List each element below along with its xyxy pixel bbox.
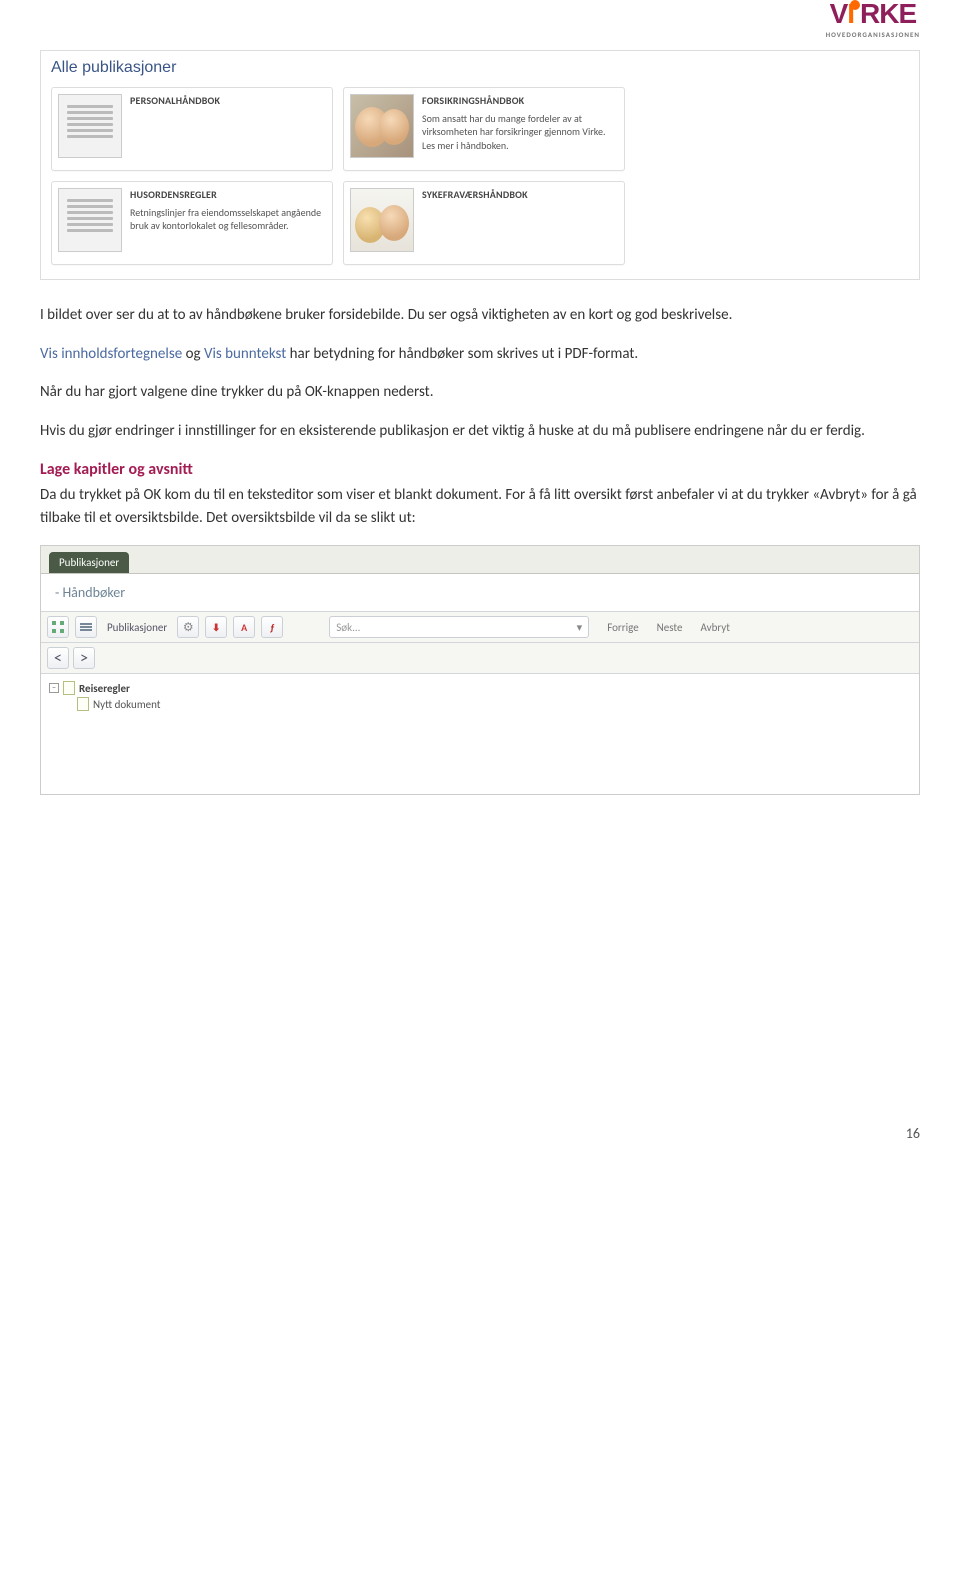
logo-rke: RKE <box>860 0 916 29</box>
next-button[interactable]: Neste <box>657 621 683 634</box>
logo-text: VIRKE <box>826 0 920 28</box>
brand-logo: VIRKE HOVEDORGANISASJONEN <box>826 0 920 39</box>
list-icon <box>80 622 92 632</box>
tree-root-label: Reiseregler <box>79 682 130 695</box>
photo-thumbnail-icon <box>350 188 414 252</box>
toolbar-label: Publikasjoner <box>103 616 171 638</box>
document-body: I bildet over ser du at to av håndbøkene… <box>40 304 920 529</box>
card-title: SYKEFRAVÆRSHÅNDBOK <box>422 188 618 202</box>
editor-overview-screenshot: Publikasjoner - Håndbøker Publikasjoner … <box>40 545 920 795</box>
publications-heading: Alle publikasjoner <box>51 59 909 77</box>
card-desc: Retningslinjer fra eiendomsselskapet ang… <box>130 206 326 233</box>
tab-bar: Publikasjoner <box>41 546 919 574</box>
pdf-icon: ⬇ <box>212 621 220 634</box>
paragraph: Når du har gjort valgene dine trykker du… <box>40 381 920 404</box>
publication-cards: PERSONALHÅNDBOK FORSIKRINGSHÅNDBOK Som a… <box>51 87 909 265</box>
prev-button[interactable]: Forrige <box>607 621 638 634</box>
publication-card[interactable]: FORSIKRINGSHÅNDBOK Som ansatt har du man… <box>343 87 625 171</box>
publication-card[interactable]: SYKEFRAVÆRSHÅNDBOK <box>343 181 625 265</box>
text: og <box>182 345 204 363</box>
paragraph: Vis innholdsfortegnelse og Vis bunntekst… <box>40 343 920 366</box>
tree-child-label: Nytt dokument <box>93 698 160 711</box>
flash-button[interactable]: ƒ <box>261 616 283 638</box>
tree-root-row[interactable]: − Reiseregler <box>49 680 911 696</box>
logo-subtitle: HOVEDORGANISASJONEN <box>826 30 920 39</box>
publication-card[interactable]: HUSORDENSREGLER Retningslinjer fra eiend… <box>51 181 333 265</box>
collapse-icon[interactable]: − <box>49 683 59 693</box>
card-body: HUSORDENSREGLER Retningslinjer fra eiend… <box>130 188 326 258</box>
pdf-icon: A <box>241 621 247 634</box>
subheading: - Håndbøker <box>41 574 919 611</box>
publication-card[interactable]: PERSONALHÅNDBOK <box>51 87 333 171</box>
document-icon <box>77 697 89 711</box>
pdf-button[interactable]: A <box>233 616 255 638</box>
publications-screenshot: Alle publikasjoner PERSONALHÅNDBOK FORSI… <box>40 50 920 280</box>
pdf-export-button[interactable]: ⬇ <box>205 616 227 638</box>
document-tree: − Reiseregler Nytt dokument <box>41 674 919 794</box>
cancel-button[interactable]: Avbryt <box>700 621 730 634</box>
doc-thumbnail-icon <box>58 188 122 252</box>
gear-icon: ⚙ <box>183 620 194 635</box>
emphasis: Vis innholdsfortegnelse <box>40 345 182 363</box>
chevron-down-icon: ▾ <box>577 621 583 634</box>
tab-publications[interactable]: Publikasjoner <box>49 552 129 573</box>
card-body: SYKEFRAVÆRSHÅNDBOK <box>422 188 618 258</box>
editor-toolbar: Publikasjoner ⚙ ⬇ A ƒ Søk... ▾ Forrige N… <box>41 611 919 643</box>
search-input[interactable]: Søk... ▾ <box>329 616 589 638</box>
paragraph: Da du trykket på OK kom du til en tekste… <box>40 484 920 529</box>
nav-row: < > <box>41 643 919 674</box>
grid-icon <box>52 621 64 633</box>
card-body: PERSONALHÅNDBOK <box>130 94 326 164</box>
flash-icon: ƒ <box>270 621 275 634</box>
list-view-button[interactable] <box>75 616 97 638</box>
page-number: 16 <box>40 1125 920 1142</box>
card-desc: Som ansatt har du mange fordeler av at v… <box>422 112 618 153</box>
card-title: FORSIKRINGSHÅNDBOK <box>422 94 618 108</box>
paragraph: I bildet over ser du at to av håndbøkene… <box>40 304 920 327</box>
settings-button[interactable]: ⚙ <box>177 616 199 638</box>
blank-space <box>40 795 920 1115</box>
grid-view-button[interactable] <box>47 616 69 638</box>
forward-button[interactable]: > <box>73 647 95 669</box>
emphasis: Vis bunntekst <box>204 345 286 363</box>
logo-v: V <box>830 0 848 29</box>
photo-thumbnail-icon <box>350 94 414 158</box>
logo-dot-icon <box>850 0 860 10</box>
doc-thumbnail-icon <box>58 94 122 158</box>
section-heading: Lage kapitler og avsnitt <box>40 458 920 482</box>
search-placeholder: Søk... <box>336 621 360 634</box>
card-body: FORSIKRINGSHÅNDBOK Som ansatt har du man… <box>422 94 618 164</box>
paragraph: Hvis du gjør endringer i innstillinger f… <box>40 420 920 443</box>
folder-icon <box>63 681 75 695</box>
back-button[interactable]: < <box>47 647 69 669</box>
text: har betydning for håndbøker som skrives … <box>286 345 638 363</box>
tree-child-row[interactable]: Nytt dokument <box>49 696 911 712</box>
card-title: PERSONALHÅNDBOK <box>130 94 326 108</box>
card-title: HUSORDENSREGLER <box>130 188 326 202</box>
